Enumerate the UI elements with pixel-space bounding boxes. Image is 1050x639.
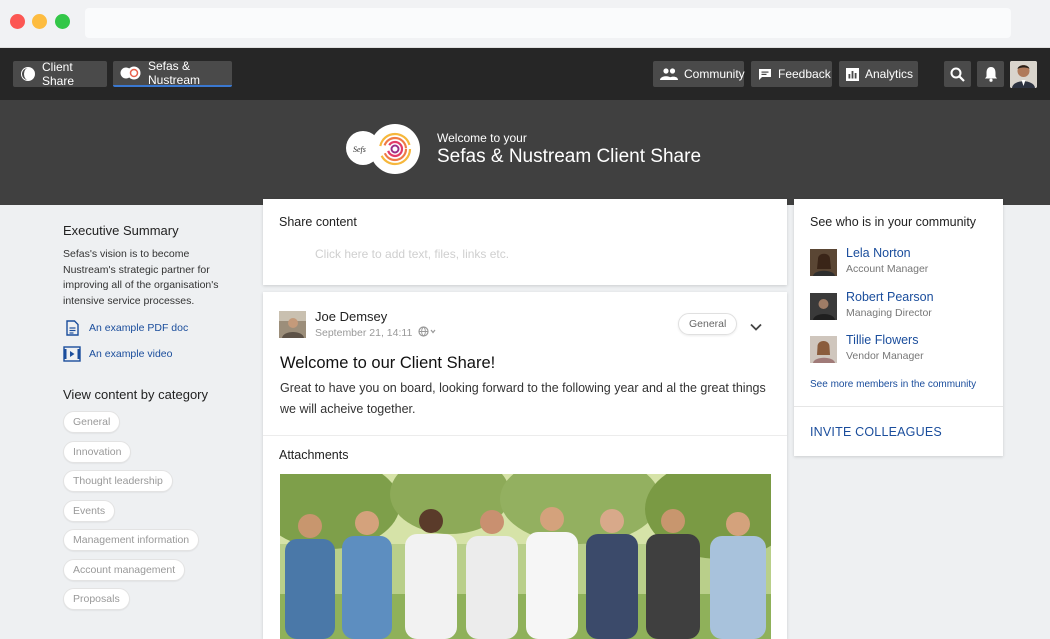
community-button[interactable]: Community <box>653 61 745 87</box>
view-by-category-title: View content by category <box>63 387 209 402</box>
category-thought-leadership[interactable]: Thought leadership <box>63 470 173 492</box>
category-general[interactable]: General <box>63 411 121 433</box>
post-date: September 21, 14:11 <box>315 327 413 339</box>
member-name[interactable]: Lela Norton <box>846 246 911 260</box>
community-member[interactable]: Tillie Flowers Vendor Manager <box>810 333 995 367</box>
community-card: See who is in your community Lela Norton… <box>794 199 1003 456</box>
community-label: Community <box>684 67 745 81</box>
sefas-nustream-label: Sefas & Nustream <box>148 59 201 87</box>
visibility-globe-icon[interactable] <box>418 326 436 340</box>
share-content-card: Share content <box>263 199 787 285</box>
chevron-down-icon[interactable] <box>750 318 762 336</box>
share-content-input[interactable] <box>315 247 745 261</box>
post-category-badge[interactable]: General <box>678 313 738 335</box>
post-card: Joe Demsey September 21, 14:11 General W… <box>263 292 787 639</box>
category-list: General Innovation Thought leadership Ev… <box>63 411 263 610</box>
sefas-logo-icon <box>120 66 142 80</box>
community-member[interactable]: Lela Norton Account Manager <box>810 246 995 280</box>
post-meta: September 21, 14:11 <box>315 326 436 340</box>
category-innovation[interactable]: Innovation <box>63 440 132 463</box>
category-account-management[interactable]: Account management <box>63 558 186 581</box>
maximize-window-button[interactable] <box>55 14 70 29</box>
community-title: See who is in your community <box>810 215 977 229</box>
analytics-button[interactable]: Analytics <box>839 61 918 87</box>
analytics-icon <box>846 67 859 81</box>
post-divider <box>263 435 787 436</box>
pdf-doc-label: An example PDF doc <box>89 322 189 334</box>
video-link[interactable]: An example video <box>63 345 263 363</box>
member-avatar[interactable] <box>810 293 837 320</box>
invite-colleagues-button[interactable]: INVITE COLLEAGUES <box>810 425 942 439</box>
search-button[interactable] <box>944 61 971 87</box>
minimize-window-button[interactable] <box>32 14 47 29</box>
close-window-button[interactable] <box>10 14 25 29</box>
category-proposals[interactable]: Proposals <box>63 588 130 610</box>
left-sidebar: Executive Summary Sefas's vision is to b… <box>63 223 263 610</box>
analytics-label: Analytics <box>865 67 914 81</box>
notifications-button[interactable] <box>977 61 1004 87</box>
banner-welcome-label: Welcome to your <box>437 131 527 145</box>
pdf-doc-link[interactable]: An example PDF doc <box>63 319 263 337</box>
member-name[interactable]: Robert Pearson <box>846 290 934 304</box>
member-role: Vendor Manager <box>846 350 924 362</box>
svg-text:Sefs: Sefs <box>353 145 366 154</box>
user-avatar[interactable] <box>1010 61 1037 88</box>
post-body: Great to have you on board, looking forw… <box>280 381 766 416</box>
community-member[interactable]: Robert Pearson Managing Director <box>810 290 995 324</box>
see-more-members-link[interactable]: See more members in the community <box>810 379 976 390</box>
category-events[interactable]: Events <box>63 499 116 522</box>
member-name[interactable]: Tillie Flowers <box>846 333 918 347</box>
feedback-icon <box>758 68 772 81</box>
member-avatar[interactable] <box>810 336 837 363</box>
feedback-button[interactable]: Feedback <box>751 61 832 87</box>
pdf-document-icon <box>63 319 81 337</box>
post-title: Welcome to our Client Share! <box>280 354 496 372</box>
share-content-title: Share content <box>279 215 357 229</box>
feedback-label: Feedback <box>778 67 831 81</box>
executive-summary-title: Executive Summary <box>63 223 179 238</box>
nustream-logo-icon <box>370 124 420 174</box>
attachments-title: Attachments <box>279 448 349 462</box>
sefas-nustream-share-button[interactable]: Sefas & Nustream <box>113 59 232 87</box>
top-navigation: Client Share Sefas & Nustream Community … <box>0 48 1050 100</box>
member-role: Account Manager <box>846 263 929 275</box>
client-share-label: Client Share <box>42 60 75 88</box>
member-avatar[interactable] <box>810 249 837 276</box>
category-management-information[interactable]: Management information <box>63 529 200 551</box>
bell-icon <box>984 66 998 82</box>
attachment-team-photo[interactable] <box>280 474 771 639</box>
community-icon <box>660 68 678 80</box>
search-icon <box>950 67 965 82</box>
client-share-logo-icon <box>20 66 36 82</box>
window-titlebar <box>0 0 1050 48</box>
video-label: An example video <box>89 348 173 360</box>
post-author-avatar[interactable] <box>279 311 306 338</box>
post-author-name[interactable]: Joe Demsey <box>315 309 387 324</box>
video-icon <box>63 345 81 363</box>
banner-title: Sefas & Nustream Client Share <box>437 146 702 167</box>
client-share-home-button[interactable]: Client Share <box>13 60 107 88</box>
community-divider <box>794 406 1003 407</box>
member-role: Managing Director <box>846 307 932 319</box>
executive-summary-text: Sefas's vision is to become Nustream's s… <box>63 248 219 307</box>
address-bar[interactable] <box>85 8 1011 38</box>
